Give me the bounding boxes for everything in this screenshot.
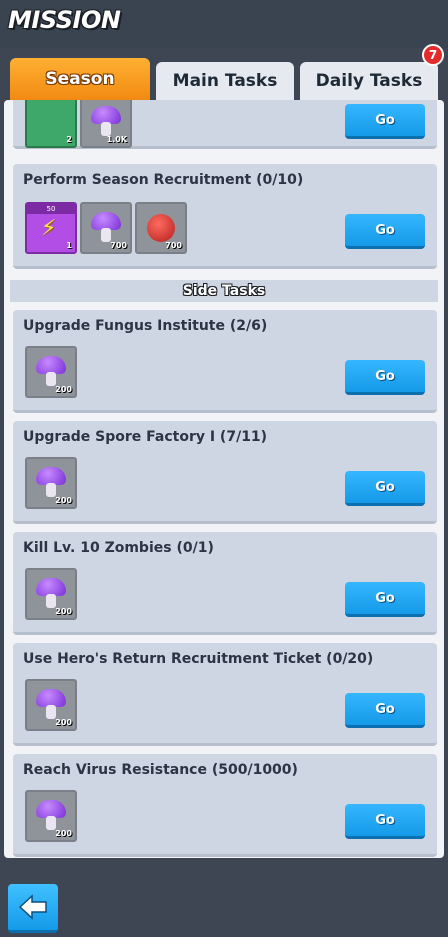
- mushroom-icon: 200: [25, 679, 77, 731]
- mushroom-icon: 200: [25, 457, 77, 509]
- energy-bolt-icon: 50 ⚡ 1: [25, 202, 77, 254]
- tab-daily-tasks[interactable]: Daily Tasks: [300, 62, 438, 100]
- task-title: Upgrade Fungus Institute (2/6): [23, 318, 268, 334]
- task-list-panel[interactable]: 2 1.0K Go Perform Season Recruitment (0/…: [4, 100, 444, 858]
- reward-tag: 50: [27, 204, 75, 214]
- back-arrow-icon: [18, 894, 47, 920]
- go-button[interactable]: Go: [345, 360, 425, 395]
- task-card: Reach Virus Resistance (500/1000) 200 Go: [13, 754, 437, 857]
- go-button[interactable]: Go: [345, 104, 425, 139]
- section-header-side-tasks: Side Tasks: [10, 280, 438, 302]
- task-card: Upgrade Fungus Institute (2/6) 200 Go: [13, 310, 437, 413]
- task-card: Perform Season Recruitment (0/10) 50 ⚡ 1…: [13, 164, 437, 269]
- tab-season[interactable]: Season: [10, 58, 150, 100]
- go-button[interactable]: Go: [345, 471, 425, 506]
- header-bar: MISSION: [0, 0, 448, 48]
- reward-qty: 200: [55, 496, 72, 505]
- task-card: Use Hero's Return Recruitment Ticket (0/…: [13, 643, 437, 746]
- go-button[interactable]: Go: [345, 214, 425, 249]
- task-card: Kill Lv. 10 Zombies (0/1) 200 Go: [13, 532, 437, 635]
- reward-qty: 2: [66, 135, 72, 144]
- tab-bar: Season Main Tasks Daily Tasks: [0, 58, 448, 102]
- go-button[interactable]: Go: [345, 693, 425, 728]
- reward-qty: 200: [55, 607, 72, 616]
- go-button[interactable]: Go: [345, 582, 425, 617]
- mushroom-icon: 200: [25, 568, 77, 620]
- mushroom-icon: 1.0K: [80, 100, 132, 148]
- reward-qty: 200: [55, 385, 72, 394]
- reward-qty: 700: [165, 241, 182, 250]
- mushroom-icon: 200: [25, 346, 77, 398]
- task-title: Reach Virus Resistance (500/1000): [23, 762, 298, 778]
- virus-icon: 700: [135, 202, 187, 254]
- reward-qty: 200: [55, 718, 72, 727]
- daily-tasks-badge: 7: [422, 44, 444, 66]
- task-title: Perform Season Recruitment (0/10): [23, 172, 304, 188]
- task-title: Use Hero's Return Recruitment Ticket (0/…: [23, 651, 374, 667]
- task-card: Upgrade Spore Factory I (7/11) 200 Go: [13, 421, 437, 524]
- task-card: 2 1.0K Go: [13, 100, 437, 149]
- reward-qty: 700: [110, 241, 127, 250]
- reward-qty: 1.0K: [106, 135, 127, 144]
- mushroom-icon: 200: [25, 790, 77, 842]
- mushroom-icon: 700: [80, 202, 132, 254]
- task-title: Upgrade Spore Factory I (7/11): [23, 429, 268, 445]
- reward-qty: 1: [66, 241, 72, 250]
- task-title: Kill Lv. 10 Zombies (0/1): [23, 540, 214, 556]
- tab-main-tasks[interactable]: Main Tasks: [156, 62, 294, 100]
- back-button[interactable]: [8, 884, 58, 933]
- go-button[interactable]: Go: [345, 804, 425, 839]
- page-title: MISSION: [8, 6, 121, 34]
- reward-qty: 200: [55, 829, 72, 838]
- coin-stack-icon: 2: [25, 100, 77, 148]
